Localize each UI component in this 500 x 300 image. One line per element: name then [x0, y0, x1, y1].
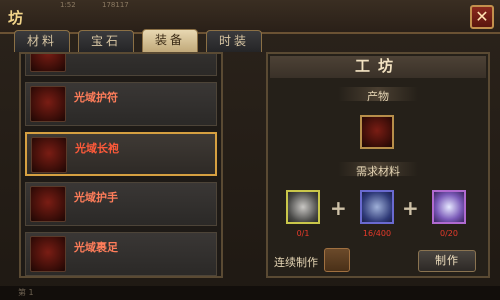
amulet-icon — [30, 86, 66, 122]
item-name: 光域护符 — [74, 91, 118, 104]
item-name: 光域裹足 — [74, 241, 118, 254]
robe-icon — [31, 137, 67, 173]
continuous-craft-toggle[interactable] — [324, 248, 350, 272]
bottom-text: 第 1 — [18, 288, 34, 297]
tab-fashion[interactable]: 时装 — [206, 30, 262, 52]
materials-label: 需求材料 — [356, 165, 400, 178]
gauntlet-icon — [30, 186, 66, 222]
tab-gems[interactable]: 宝石 — [78, 30, 134, 52]
window-title: 坊 — [8, 9, 24, 27]
workshop-screen: 坊 1:52 178117 ✕ 材料 宝石 装备 时装 光域护符 光域长袍 光域… — [0, 0, 500, 300]
material-count: 16/400 — [362, 229, 392, 238]
background-faint-text: 1:52 — [60, 1, 76, 9]
list-item-selected[interactable]: 光域长袍 — [25, 132, 217, 176]
equipment-thumbnail-icon — [30, 54, 66, 72]
tab-equipment[interactable]: 装备 — [142, 29, 198, 53]
material-count: 0/20 — [440, 229, 458, 238]
product-label: 产物 — [367, 90, 389, 103]
craft-button[interactable]: 制作 — [418, 250, 476, 272]
list-item[interactable] — [25, 54, 217, 76]
plus-icon: + — [330, 196, 347, 220]
bottom-strip: 第 1 — [0, 286, 500, 300]
header-bar: 坊 1:52 178117 ✕ — [0, 0, 500, 34]
continuous-craft-label: 连续制作 — [274, 256, 318, 269]
workshop-panel: 工坊 产物 需求材料 + + 0/1 16/400 0/20 连续制作 制作 — [266, 52, 490, 278]
close-button[interactable]: ✕ — [470, 5, 494, 29]
ore-material-icon[interactable] — [360, 190, 394, 224]
workshop-title: 工坊 — [270, 56, 486, 78]
list-item[interactable]: 光域护手 — [25, 182, 217, 226]
tab-materials[interactable]: 材料 — [14, 30, 70, 52]
list-item[interactable]: 光域裹足 — [25, 232, 217, 276]
boots-icon — [30, 236, 66, 272]
product-robe-icon[interactable] — [360, 115, 394, 149]
plus-icon: + — [402, 196, 419, 220]
crystal-material-icon[interactable] — [432, 190, 466, 224]
list-item[interactable]: 光域护符 — [25, 82, 217, 126]
material-count: 0/1 — [296, 229, 310, 238]
item-name: 光域长袍 — [75, 142, 119, 155]
background-faint-number: 178117 — [102, 1, 129, 9]
item-name: 光域护手 — [74, 191, 118, 204]
armor-material-icon[interactable] — [286, 190, 320, 224]
recipe-list[interactable]: 光域护符 光域长袍 光域护手 光域裹足 — [19, 52, 223, 278]
